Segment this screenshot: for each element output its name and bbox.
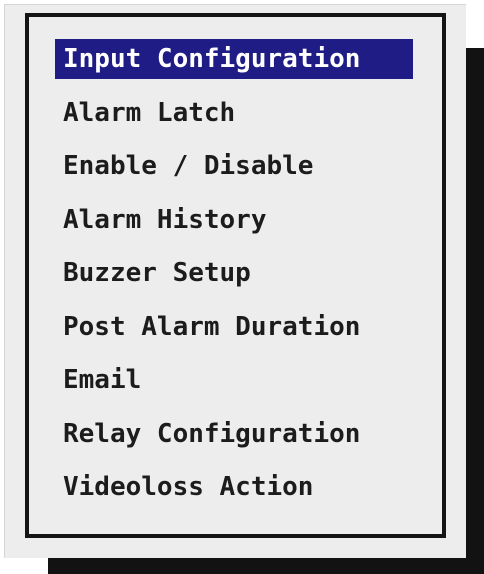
menu-item-input-configuration[interactable]: Input Configuration	[55, 39, 413, 79]
menu-item-relay-configuration[interactable]: Relay Configuration	[55, 414, 413, 454]
menu-item-buzzer-setup[interactable]: Buzzer Setup	[55, 253, 413, 293]
menu-frame: Input Configuration Alarm Latch Enable /…	[25, 13, 446, 538]
menu-item-alarm-latch[interactable]: Alarm Latch	[55, 93, 413, 133]
menu-item-enable-disable[interactable]: Enable / Disable	[55, 146, 413, 186]
menu-panel: Input Configuration Alarm Latch Enable /…	[4, 4, 466, 558]
menu-item-post-alarm-duration[interactable]: Post Alarm Duration	[55, 307, 413, 347]
alarm-menu-list: Input Configuration Alarm Latch Enable /…	[55, 39, 413, 521]
menu-item-videoloss-action[interactable]: Videoloss Action	[55, 467, 413, 507]
alarm-menu-dialog: Input Configuration Alarm Latch Enable /…	[0, 0, 484, 574]
menu-item-email[interactable]: Email	[55, 360, 413, 400]
menu-item-alarm-history[interactable]: Alarm History	[55, 200, 413, 240]
